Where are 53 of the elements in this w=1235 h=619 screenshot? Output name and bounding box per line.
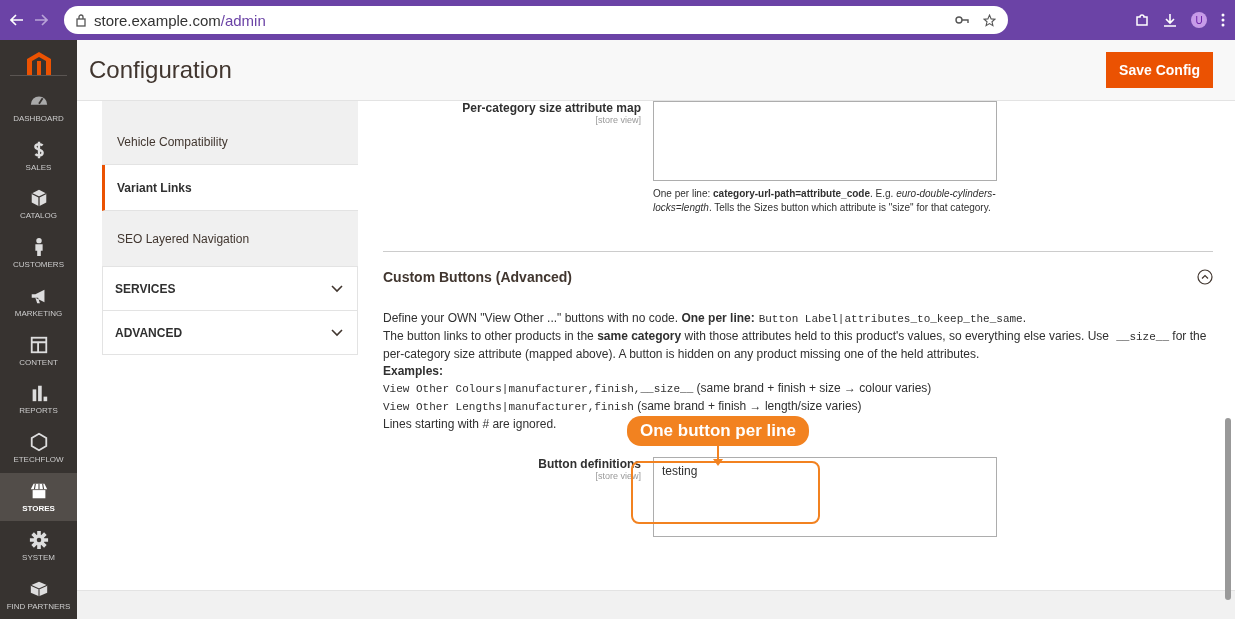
lock-icon <box>76 13 86 27</box>
description-line: The button links to other products in the same category with those attributes held to this product's values, so everything else varies. Use __size__ for the per-category size attribute (mapped above). A button is hidden on any product missing one of the held attributes. <box>383 328 1208 363</box>
forward-icon[interactable] <box>34 14 48 26</box>
back-icon[interactable] <box>10 14 24 26</box>
group-label: SERVICES <box>115 281 176 296</box>
star-icon[interactable] <box>983 13 996 27</box>
description-line: View Other Colours|manufacturer,finish,__size__ (same brand + finish + size → colour varies) <box>383 380 932 397</box>
nav-item[interactable]: CONTENT <box>0 326 77 376</box>
nav-item[interactable]: STORES <box>0 472 77 522</box>
nav-item[interactable]: ETECHFLOW <box>0 423 77 473</box>
pointer-arrow <box>712 446 723 466</box>
nav-item[interactable]: MARKETING <box>0 277 77 327</box>
group-label: ADVANCED <box>115 325 183 340</box>
config-tab[interactable]: Variant Links <box>102 165 358 211</box>
hexagon-icon <box>28 432 49 453</box>
chevron-icon[interactable] <box>331 328 343 337</box>
nav-item[interactable]: CATALOG <box>0 179 77 229</box>
more-icon[interactable] <box>1221 13 1225 27</box>
description-line: Define your OWN "View Other ..." buttons with no code. One per line: Button Label|attributes_to_keep_the_same. <box>383 310 1027 327</box>
nav-item[interactable]: SALES <box>0 131 77 180</box>
page-title: Configuration <box>89 56 232 84</box>
save-config-button[interactable]: Save Config <box>1106 52 1213 88</box>
config-group[interactable]: SERVICES <box>102 267 358 311</box>
description-line: View Other Lengths|manufacturer,finish (same brand + finish → length/size varies) <box>383 398 862 415</box>
nav-item[interactable]: CUSTOMERS <box>0 228 77 278</box>
address-bar[interactable]: store.example.com/admin <box>64 6 1008 34</box>
config-tab[interactable]: Vehicle Compatibility <box>102 101 358 165</box>
button-definitions-textarea[interactable]: testing <box>653 457 997 537</box>
collapse-icon[interactable] <box>1197 269 1213 285</box>
puzzle-icon[interactable] <box>1135 13 1149 27</box>
config-tab[interactable]: SEO Layered Navigation <box>102 211 358 267</box>
profile-avatar[interactable]: U <box>1191 12 1207 28</box>
config-group[interactable]: ADVANCED <box>102 311 358 355</box>
key-icon[interactable] <box>955 16 969 24</box>
annotation-callout: One button per line <box>627 416 809 446</box>
download-icon[interactable] <box>1163 13 1177 27</box>
description-line: Examples: <box>383 363 444 380</box>
section-header[interactable]: Custom Buttons (Advanced) <box>383 251 1213 302</box>
logo-icon[interactable] <box>24 51 53 76</box>
nav-item[interactable]: FIND PARTNERS <box>0 570 77 619</box>
section-title: Custom Buttons (Advanced) <box>383 269 572 285</box>
chevron-icon[interactable] <box>331 284 343 293</box>
scrollbar-thumb[interactable] <box>1225 418 1231 600</box>
layout-icon <box>28 334 49 355</box>
nav-item[interactable]: SYSTEM <box>0 521 77 571</box>
field-note: One per line: category-url-path=attribute_code. E.g. euro-double-cylinders-locks=length. Tells the Sizes button which attribute is "size" for that category. <box>653 187 997 215</box>
gear-icon <box>28 529 49 550</box>
nav-item[interactable]: DASHBOARD <box>0 82 77 132</box>
url-text: store.example.com/admin <box>94 11 266 29</box>
nav-item[interactable]: REPORTS <box>0 375 77 424</box>
field-label: Per-category size attribute map <box>461 101 641 115</box>
scope-label: [store view] <box>594 115 641 125</box>
description-line: Lines starting with # are ignored. <box>383 416 557 433</box>
